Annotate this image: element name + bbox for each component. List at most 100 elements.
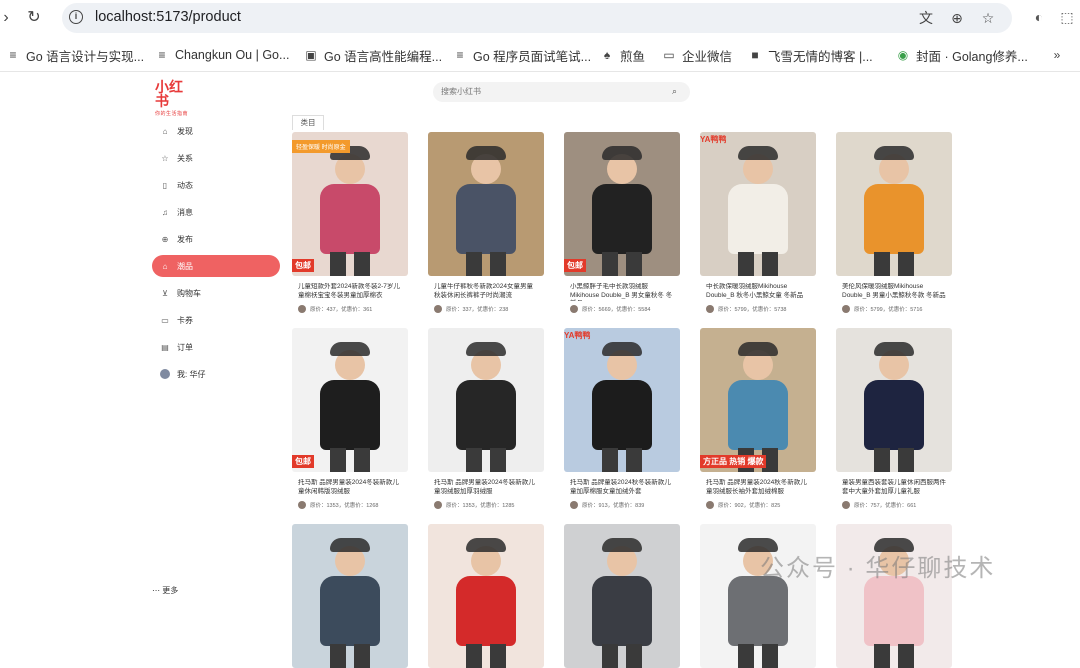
bookmark-item[interactable]: ◉ 封面 · Golang修养... bbox=[896, 46, 1028, 64]
product-title[interactable]: 美伦风保暖羽绒服Mikihouse Double_B 男童小黑鲸秋冬款 冬新品 bbox=[836, 283, 952, 301]
product-image[interactable] bbox=[564, 524, 680, 668]
fish-icon: ♠ bbox=[603, 48, 611, 62]
seller-avatar bbox=[570, 305, 578, 313]
product-title[interactable]: 儿童短款外套2024新款冬装2-7岁儿童棉袄宝宝冬装男童加厚棉衣 bbox=[292, 283, 408, 301]
promo-badge: 轻盈保暖 时尚原金 bbox=[292, 140, 350, 153]
product-title[interactable]: 托马斯 品牌童装2024秋冬装新款儿童加厚棉服女童加绒外套 bbox=[564, 479, 680, 497]
product-image[interactable] bbox=[292, 524, 408, 668]
more-menu[interactable]: ⋯ 更多 bbox=[152, 585, 178, 596]
reload-icon[interactable]: ↻ bbox=[24, 8, 44, 28]
sidebar-item[interactable]: ☆ 关系 bbox=[152, 147, 280, 169]
product-image[interactable] bbox=[700, 524, 816, 668]
bookmark-item[interactable]: ▣ Go 语言高性能编程... bbox=[304, 46, 442, 64]
sidebar-item[interactable]: ⌂ 潮品 bbox=[152, 255, 280, 277]
product-card[interactable]: 托马斯 品牌男童装2024冬装新款儿童羽绒服加厚羽绒服 原价：1353，优惠价：1… bbox=[428, 328, 544, 509]
product-price: 原价：902，优惠价：825 bbox=[718, 503, 781, 509]
seller-avatar bbox=[434, 305, 442, 313]
product-title[interactable]: 童装男童西装套装儿童休闲西服两件套中大童外套加厚儿童礼服 bbox=[836, 479, 952, 497]
product-image[interactable] bbox=[428, 524, 544, 668]
product-card[interactable]: 童装男童西装套装儿童休闲西服两件套中大童外套加厚儿童礼服 原价：757，优惠价：6… bbox=[836, 328, 952, 509]
product-image[interactable]: YA鸭鸭 bbox=[564, 328, 680, 472]
url-text[interactable]: localhost:5173/product bbox=[95, 9, 241, 25]
sidebar-item[interactable]: ⊻ 购物车 bbox=[152, 282, 280, 304]
search-input[interactable]: 搜索小红书 ⌕ bbox=[433, 82, 690, 102]
bookmark-item[interactable]: ≡ Go 语言设计与实现... bbox=[6, 46, 144, 64]
product-card[interactable]: YA鸭鸭托马斯 品牌童装2024秋冬装新款儿童加厚棉服女童加绒外套原价：913，… bbox=[564, 328, 680, 509]
product-card[interactable]: 包邮小黑鲸胖子毛中长款羽绒服Mikihouse Double_B 男女童秋冬 冬… bbox=[564, 132, 680, 313]
product-card[interactable] bbox=[428, 524, 544, 668]
sidebar-item[interactable]: 我: 华仔 bbox=[152, 363, 280, 385]
bookmark-item[interactable]: ≡ Changkun Ou | Go... bbox=[155, 46, 289, 64]
doc-icon: ≡ bbox=[456, 48, 464, 62]
product-price: 原价：437，优惠价：361 bbox=[310, 307, 373, 313]
extensions-icon[interactable]: ⬚ bbox=[1058, 8, 1076, 26]
product-price: 原价：5799，优惠价：5716 bbox=[854, 307, 923, 313]
product-card[interactable]: 包邮 托马斯 品牌男童装2024冬装新款儿童休闲韩版羽绒服 原价：1353，优惠价：… bbox=[292, 328, 408, 509]
product-card[interactable] bbox=[700, 524, 816, 668]
app-logo[interactable]: 小红书 你的生活指南 bbox=[155, 80, 195, 117]
product-card[interactable]: 美伦风保暖羽绒服Mikihouse Double_B 男童小黑鲸秋冬款 冬新品原… bbox=[836, 132, 952, 313]
seller-avatar bbox=[298, 305, 306, 313]
search-icon[interactable]: ⌕ bbox=[672, 86, 682, 96]
sidebar-item[interactable]: ▯ 动态 bbox=[152, 174, 280, 196]
product-image[interactable] bbox=[428, 328, 544, 472]
bookmark-item[interactable]: ≡ Go 程序员面试笔试... bbox=[453, 46, 591, 64]
sidebar-item-label: 动态 bbox=[177, 180, 193, 190]
product-title[interactable]: 托马斯 品牌男童装2024秋冬新款儿童羽绒服长袖外套加绒棉服 bbox=[700, 479, 816, 497]
product-card[interactable] bbox=[292, 524, 408, 668]
sidebar-item[interactable]: ♫ 消息 bbox=[152, 201, 280, 223]
product-title[interactable]: 托马斯 品牌男童装2024冬装新款儿童休闲韩版羽绒服 bbox=[292, 479, 408, 497]
plus-circle-icon: ⊕ bbox=[161, 234, 169, 244]
product-image[interactable]: YA鸭鸭 bbox=[700, 132, 816, 276]
bookmark-item[interactable]: ♠ 煎鱼 bbox=[600, 46, 645, 64]
sidebar-item[interactable]: ▤ 订单 bbox=[152, 336, 280, 358]
address-bar[interactable]: i localhost:5173/product 文 ⊕ ☆ bbox=[62, 3, 1012, 33]
back-icon[interactable]: › bbox=[0, 8, 16, 28]
sidebar-item[interactable]: ⌂ 发现 bbox=[152, 120, 280, 142]
tab-category[interactable]: 类目 bbox=[292, 115, 324, 130]
sidebar: ⌂ 发现 ☆ 关系 ▯ 动态 ♫ 消息 ⊕ 发布 ⌂ 潮品 ⊻ 购物车 ▭ 卡券 ▤ 订单我: 华仔 bbox=[152, 120, 280, 390]
product-meta: 原价：437，优惠价：361 bbox=[292, 305, 408, 313]
activity-icon: ▯ bbox=[162, 180, 168, 190]
avatar-icon: ■ bbox=[751, 48, 759, 62]
product-image[interactable] bbox=[836, 132, 952, 276]
translate-icon[interactable]: 文 bbox=[917, 9, 935, 27]
sidebar-item-label: 发布 bbox=[177, 234, 193, 244]
product-title[interactable]: 儿童牛仔裤秋冬新款2024女童男童秋装休闲长裤裤子时尚潮流 bbox=[428, 283, 544, 301]
product-image[interactable] bbox=[428, 132, 544, 276]
product-title[interactable]: 托马斯 品牌男童装2024冬装新款儿童羽绒服加厚羽绒服 bbox=[428, 479, 544, 497]
product-image[interactable] bbox=[836, 328, 952, 472]
product-image[interactable]: 包邮 bbox=[564, 132, 680, 276]
product-card[interactable] bbox=[564, 524, 680, 668]
product-price: 原价：913，优惠价：839 bbox=[582, 503, 645, 509]
product-card[interactable]: YA鸭鸭中长款保暖羽绒服Mikihouse Double_B 秋冬小黑鲸女童 冬… bbox=[700, 132, 816, 313]
product-image[interactable]: 包邮 bbox=[292, 328, 408, 472]
product-card[interactable]: 轻盈保暖 时尚原金 包邮儿童短款外套2024新款冬装2-7岁儿童棉袄宝宝冬装男童加… bbox=[292, 132, 408, 313]
seller-avatar bbox=[706, 501, 714, 509]
profile-icon[interactable]: ◐ bbox=[1030, 8, 1048, 26]
site-info-icon[interactable]: i bbox=[69, 10, 83, 24]
product-card[interactable]: 儿童牛仔裤秋冬新款2024女童男童秋装休闲长裤裤子时尚潮流 原价：337，优惠价：… bbox=[428, 132, 544, 313]
product-card[interactable] bbox=[836, 524, 952, 668]
sidebar-item-label: 潮品 bbox=[177, 261, 193, 271]
product-title[interactable]: 中长款保暖羽绒服Mikihouse Double_B 秋冬小黑鲸女童 冬新品 bbox=[700, 283, 816, 301]
product-card[interactable]: 方正品 热销 爆款托马斯 品牌男童装2024秋冬新款儿童羽绒服长袖外套加绒棉服原… bbox=[700, 328, 816, 509]
product-image[interactable]: 方正品 热销 爆款 bbox=[700, 328, 816, 472]
doc-icon: ≡ bbox=[9, 48, 17, 62]
product-icon: ⌂ bbox=[162, 261, 168, 271]
sidebar-item[interactable]: ▭ 卡券 bbox=[152, 309, 280, 331]
bookmarks-overflow-icon[interactable]: » bbox=[1050, 46, 1064, 64]
brand-badge: YA鸭鸭 bbox=[564, 331, 591, 340]
product-meta: 原价：5799，优惠价：5738 bbox=[700, 305, 816, 313]
shipping-badge: 包邮 bbox=[292, 455, 314, 468]
product-image[interactable]: 轻盈保暖 时尚原金 包邮 bbox=[292, 132, 408, 276]
product-image[interactable] bbox=[836, 524, 952, 668]
bookmark-item[interactable]: ▭ 企业微信 bbox=[662, 46, 732, 64]
product-title[interactable]: 小黑鲸胖子毛中长款羽绒服Mikihouse Double_B 男女童秋冬 冬新品 bbox=[564, 283, 680, 301]
sidebar-item[interactable]: ⊕ 发布 bbox=[152, 228, 280, 250]
bookmark-star-icon[interactable]: ☆ bbox=[979, 9, 997, 27]
product-price: 原价：5669，优惠价：5584 bbox=[582, 307, 651, 313]
zoom-icon[interactable]: ⊕ bbox=[948, 9, 966, 27]
watermark: 公众号 · 华仔聊技术 bbox=[760, 555, 996, 582]
bookmark-item[interactable]: ■ 飞雪无情的博客 |... bbox=[748, 46, 872, 64]
